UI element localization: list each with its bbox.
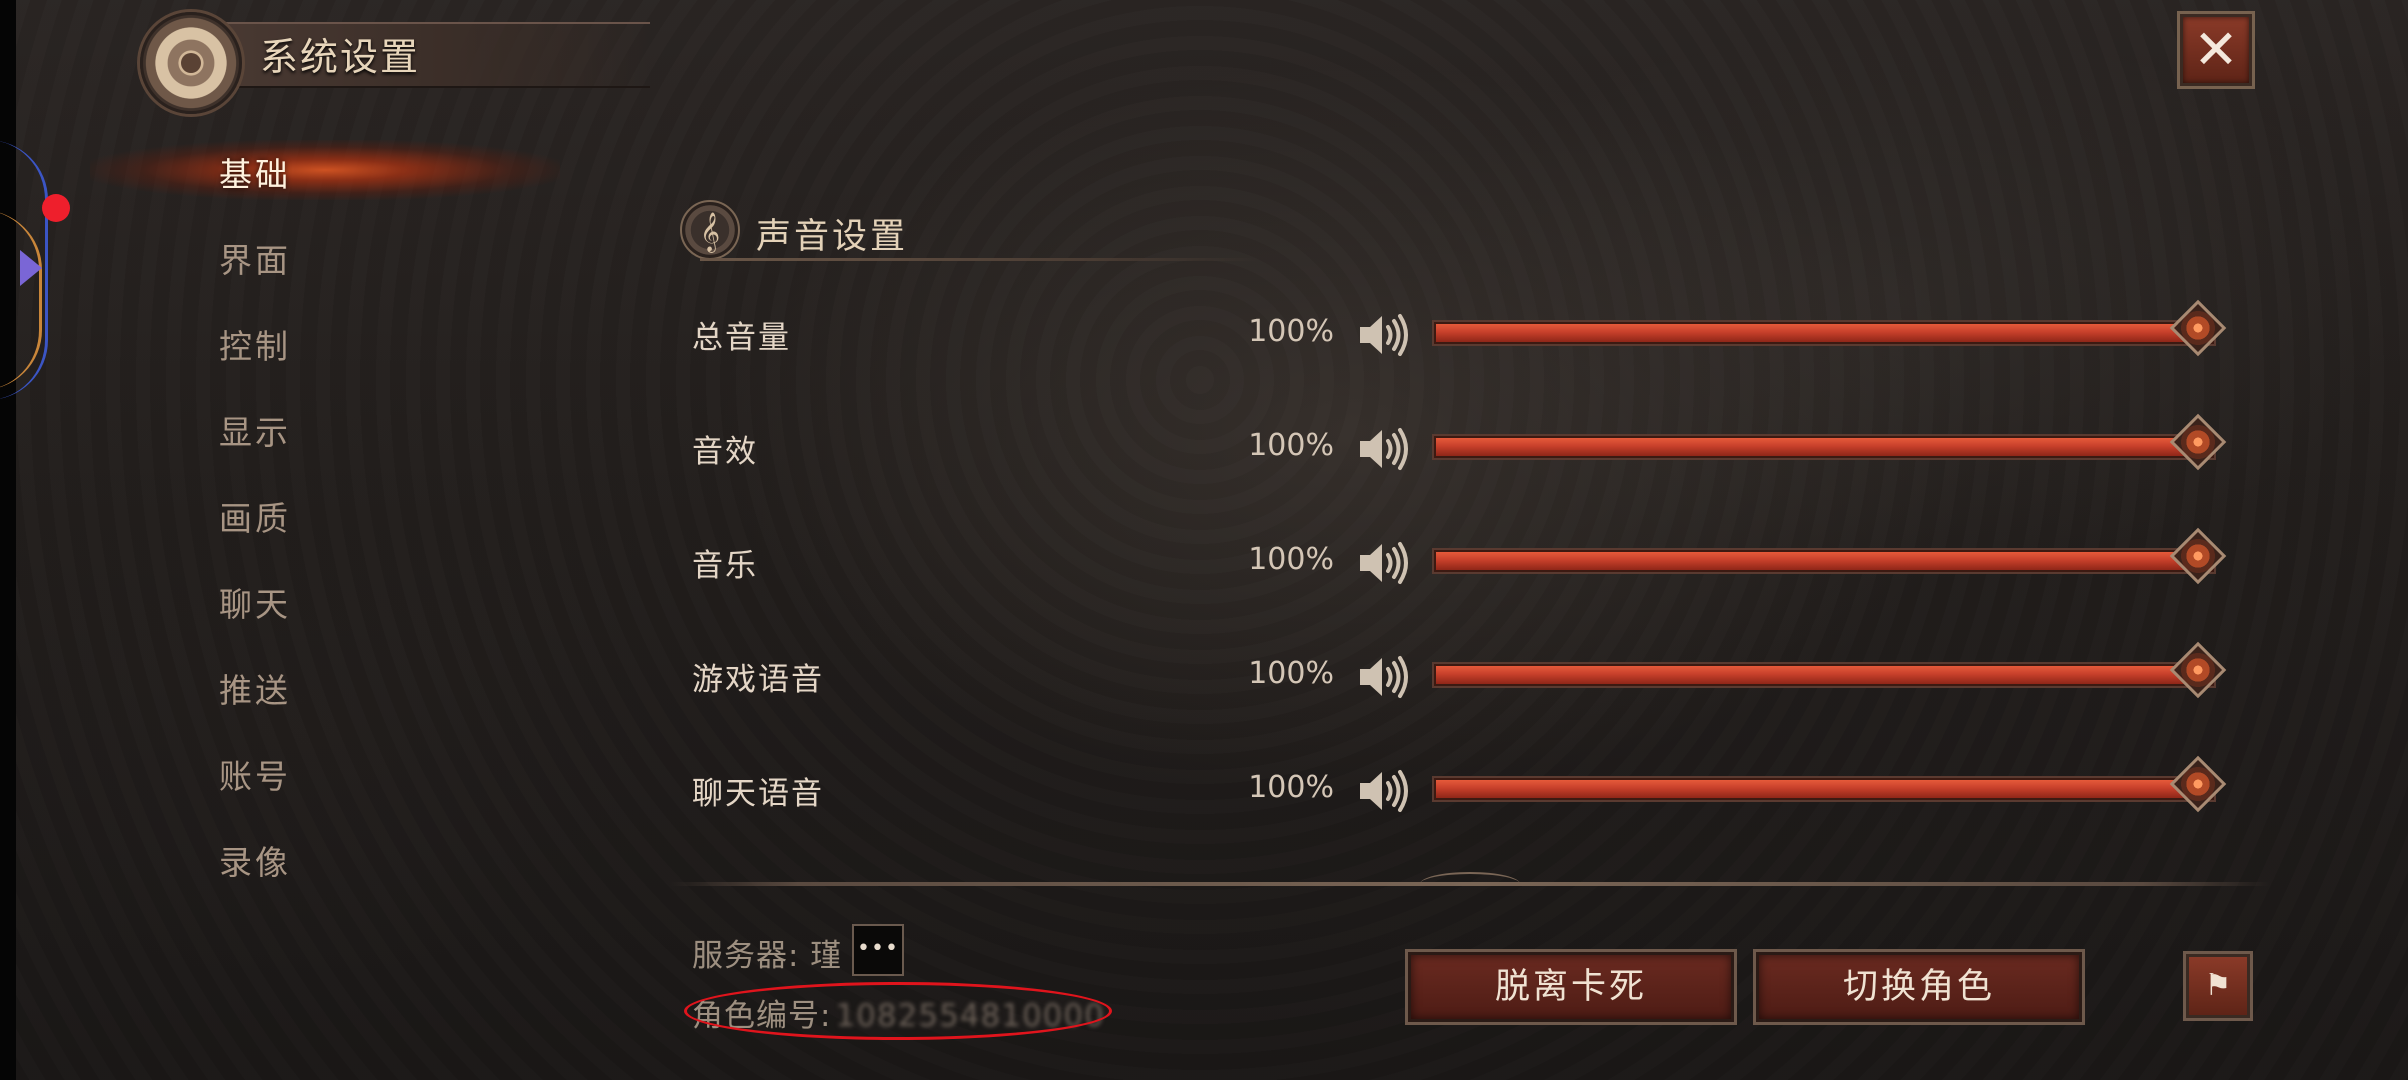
music-label: 音乐	[692, 548, 758, 584]
notification-dot	[42, 194, 70, 222]
game-voice-slider-handle[interactable]	[2169, 641, 2227, 699]
annotation-ellipse	[684, 982, 1112, 1040]
game-voice-row: 游戏语音 100%	[0, 641, 2408, 708]
master-volume-value: 100%	[1248, 314, 1334, 349]
server-label: 服务器: 瑾	[692, 938, 843, 974]
sound-effects-value: 100%	[1248, 428, 1334, 463]
sidebar-item-basic[interactable]: 基础	[200, 148, 310, 196]
sound-effects-row: 音效 100%	[0, 413, 2408, 480]
game-voice-label: 游戏语音	[692, 662, 824, 698]
settings-screen: 系统设置 ✕ 基础 界面 控制 显示 画质 聊天 推送 账号 录像 𝄞 声音设置…	[0, 0, 2408, 1080]
chat-voice-row: 聊天语音 100%	[0, 755, 2408, 822]
chat-voice-slider-handle[interactable]	[2169, 755, 2227, 813]
floating-widget-arrow-icon[interactable]	[20, 250, 42, 286]
speaker-icon[interactable]	[1356, 768, 1412, 814]
sidebar-item-interface[interactable]: 界面	[200, 234, 310, 282]
section-title: 声音设置	[756, 217, 909, 257]
page-title: 系统设置	[260, 35, 421, 79]
server-more-button[interactable]: •••	[852, 924, 904, 976]
music-slider[interactable]	[1434, 550, 2214, 572]
unstuck-button[interactable]: 脱离卡死	[1408, 952, 1734, 1022]
sidebar-item-quality[interactable]: 画质	[200, 492, 310, 540]
music-slider-handle[interactable]	[2169, 527, 2227, 585]
nav-active-highlight	[90, 140, 560, 200]
section-underline	[700, 258, 1260, 261]
close-icon: ✕	[2193, 18, 2239, 81]
speaker-icon[interactable]	[1356, 654, 1412, 700]
music-value: 100%	[1248, 542, 1334, 577]
chat-voice-label: 聊天语音	[692, 776, 824, 812]
master-volume-slider-handle[interactable]	[2169, 299, 2227, 357]
speaker-icon[interactable]	[1356, 426, 1412, 472]
divider-ornament	[1420, 872, 1520, 896]
speaker-icon[interactable]	[1356, 540, 1412, 586]
master-volume-slider[interactable]	[1434, 322, 2214, 344]
speaker-icon[interactable]	[1356, 312, 1412, 358]
game-voice-value: 100%	[1248, 656, 1334, 691]
flag-button[interactable]: ⚑	[2186, 954, 2250, 1018]
chat-voice-value: 100%	[1248, 770, 1334, 805]
master-volume-row: 总音量 100%	[0, 299, 2408, 366]
switch-role-button[interactable]: 切换角色	[1756, 952, 2082, 1022]
sidebar-item-recording[interactable]: 录像	[200, 836, 310, 884]
chat-voice-slider[interactable]	[1434, 778, 2214, 800]
game-voice-slider[interactable]	[1434, 664, 2214, 686]
master-volume-label: 总音量	[692, 320, 791, 356]
treble-clef-icon: 𝄞	[680, 200, 740, 260]
music-row: 音乐 100%	[0, 527, 2408, 594]
gear-icon	[140, 12, 242, 114]
close-button[interactable]: ✕	[2180, 14, 2252, 86]
flag-icon: ⚑	[2204, 968, 2232, 1003]
sound-effects-label: 音效	[692, 434, 758, 470]
sound-effects-slider[interactable]	[1434, 436, 2214, 458]
sound-effects-slider-handle[interactable]	[2169, 413, 2227, 471]
